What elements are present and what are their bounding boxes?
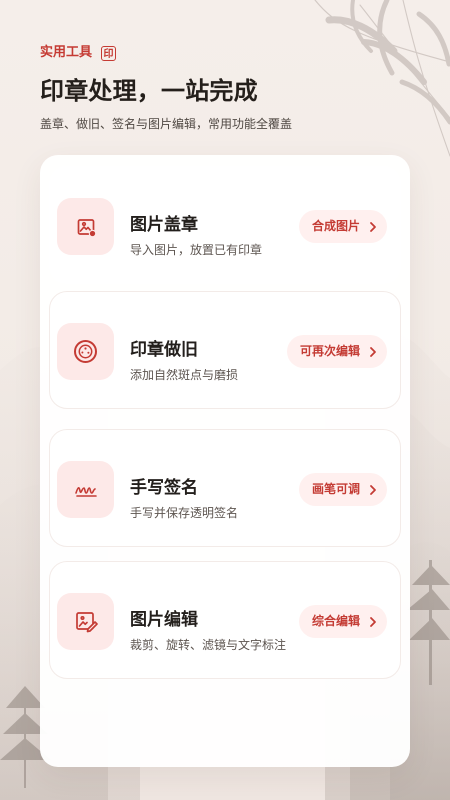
page-header: 实用工具 印 印章处理，一站完成 盖章、做旧、签名与图片编辑，常用功能全覆盖	[40, 44, 292, 133]
compose-image-button[interactable]: 合成图片	[298, 210, 387, 243]
chevron-right-icon	[368, 335, 377, 368]
tool-list-panel: 图片盖章 导入图片，放置已有印章 合成图片 印章做旧 添加自然斑点与磨损 可再次…	[40, 155, 410, 767]
image-stamp-icon	[57, 198, 114, 255]
re-edit-button[interactable]: 可再次编辑	[286, 335, 387, 368]
action-label: 合成图片	[311, 219, 360, 233]
tool-description: 导入图片，放置已有印章	[130, 243, 263, 257]
tool-card-image-stamp[interactable]: 图片盖章 导入图片，放置已有印章 合成图片	[49, 166, 401, 284]
tool-title: 手写签名	[130, 478, 198, 498]
chevron-right-icon	[368, 605, 377, 638]
action-label: 画笔可调	[311, 482, 360, 496]
tool-card-aged-seal[interactable]: 印章做旧 添加自然斑点与磨损 可再次编辑	[49, 291, 401, 409]
tool-title: 图片编辑	[130, 610, 198, 630]
seal-icon: 印	[101, 45, 117, 61]
tool-card-handwritten-signature[interactable]: 手写签名 手写并保存透明签名 画笔可调	[49, 429, 401, 547]
tool-description: 手写并保存透明签名	[130, 506, 239, 520]
tool-title: 印章做旧	[130, 340, 198, 360]
chevron-right-icon	[368, 473, 377, 506]
tool-description: 裁剪、旋转、滤镜与文字标注	[130, 638, 287, 652]
image-edit-icon	[57, 593, 114, 650]
section-tag-label: 实用工具	[40, 45, 93, 60]
chevron-right-icon	[368, 210, 377, 243]
action-label: 可再次编辑	[299, 344, 360, 358]
comprehensive-edit-button[interactable]: 综合编辑	[298, 605, 387, 638]
tool-title: 图片盖章	[130, 215, 198, 235]
action-label: 综合编辑	[311, 614, 360, 628]
tool-card-image-edit[interactable]: 图片编辑 裁剪、旋转、滤镜与文字标注 综合编辑	[49, 561, 401, 679]
signature-icon	[57, 461, 114, 518]
adjustable-brush-button[interactable]: 画笔可调	[298, 473, 387, 506]
page-title: 印章处理，一站完成	[40, 77, 258, 105]
section-tag: 实用工具 印	[40, 44, 292, 62]
tool-description: 添加自然斑点与磨损	[130, 368, 239, 382]
page-subtitle: 盖章、做旧、签名与图片编辑，常用功能全覆盖	[40, 117, 293, 131]
aged-seal-icon	[57, 323, 114, 380]
bamboo-leaves-decoration	[314, 0, 450, 157]
